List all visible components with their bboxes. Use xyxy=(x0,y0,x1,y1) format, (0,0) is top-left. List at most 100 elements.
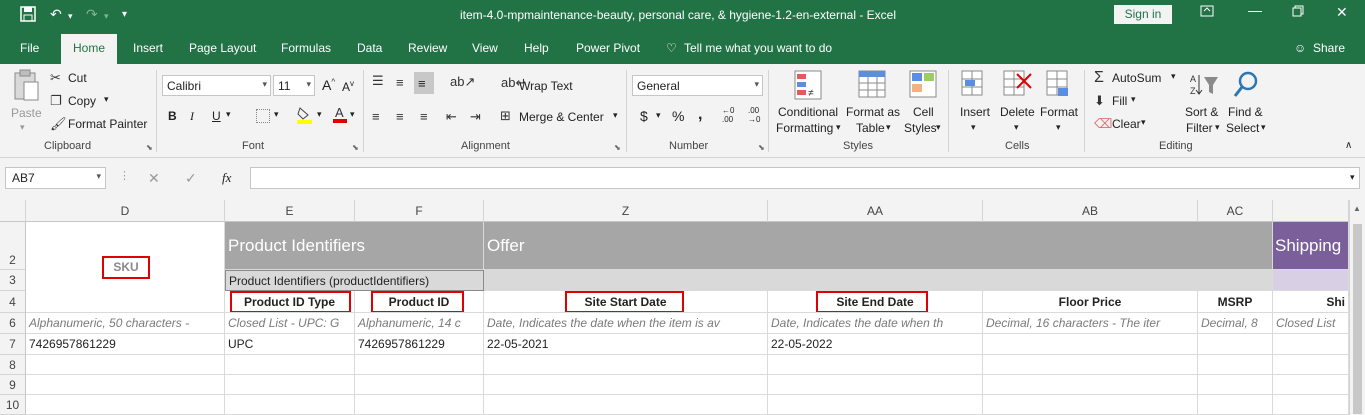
desc-e[interactable]: Closed List - UPC: G xyxy=(225,313,355,334)
desc-ad[interactable]: Closed List xyxy=(1273,313,1349,334)
column-header-z[interactable]: Z xyxy=(484,200,768,222)
empty-cell[interactable] xyxy=(484,395,768,415)
row-header-7[interactable]: 7 xyxy=(0,334,26,355)
conditional-formatting-icon[interactable]: ≠ xyxy=(794,70,822,103)
copy-dropdown-icon[interactable]: ▾ xyxy=(104,94,109,105)
sort-filter-icon[interactable]: AZ xyxy=(1190,72,1220,101)
borders-dropdown-icon[interactable]: ▾ xyxy=(274,109,279,120)
tab-insert[interactable]: Insert xyxy=(133,41,163,55)
tab-power-pivot[interactable]: Power Pivot xyxy=(576,41,640,55)
merge-center-button[interactable]: Merge & Center xyxy=(519,110,604,124)
fill-dropdown-icon[interactable]: ▾ xyxy=(1131,94,1136,105)
header-site-start-date[interactable]: Site Start Date xyxy=(484,291,768,313)
tab-help[interactable]: Help xyxy=(524,41,549,55)
format-as-table-label-2[interactable]: Table xyxy=(856,121,885,135)
customize-toolbar-icon[interactable]: ▾ xyxy=(122,9,127,20)
sort-dropdown-icon[interactable]: ▾ xyxy=(1215,122,1220,133)
insert-cells-button[interactable]: Insert xyxy=(960,105,990,119)
cell-styles-label-2[interactable]: Styles xyxy=(904,121,937,135)
currency-dropdown-icon[interactable]: ▾ xyxy=(656,110,661,121)
row-header-4[interactable]: 4 xyxy=(0,291,26,313)
borders-icon[interactable] xyxy=(256,109,270,123)
cell-aa7[interactable]: 22-05-2022 xyxy=(768,334,983,355)
insert-cells-icon[interactable] xyxy=(961,70,987,101)
cell-ac7[interactable] xyxy=(1198,334,1273,355)
align-top-icon[interactable]: ☰ xyxy=(372,73,384,89)
desc-z[interactable]: Date, Indicates the date when the item i… xyxy=(484,313,768,334)
empty-cell[interactable] xyxy=(1273,375,1349,395)
restore-icon[interactable] xyxy=(1292,4,1304,20)
font-color-icon[interactable]: A xyxy=(332,105,348,127)
decrease-font-icon[interactable]: Av xyxy=(342,79,354,94)
insert-dropdown-icon[interactable]: ▾ xyxy=(971,122,976,133)
decrease-indent-icon[interactable]: ⇤ xyxy=(446,109,457,125)
cell-sku[interactable]: SKU xyxy=(26,222,225,313)
desc-ac[interactable]: Decimal, 8 xyxy=(1198,313,1273,334)
merge-center-icon[interactable]: ⊞ xyxy=(500,108,511,124)
sign-in-button[interactable]: Sign in xyxy=(1114,5,1172,24)
formula-input[interactable] xyxy=(250,167,1360,189)
empty-cell[interactable] xyxy=(983,395,1198,415)
copy-button[interactable]: Copy xyxy=(68,94,96,108)
column-header-e[interactable]: E xyxy=(225,200,355,222)
cell-f7[interactable]: 7426957861229 xyxy=(355,334,484,355)
close-icon[interactable]: ✕ xyxy=(1336,4,1348,21)
cell-ad7[interactable] xyxy=(1273,334,1349,355)
number-format-select[interactable]: General ▾ xyxy=(632,75,763,96)
insert-function-icon[interactable]: fx xyxy=(222,170,231,186)
name-box[interactable]: AB7 ▾ xyxy=(5,167,106,189)
fill-icon[interactable]: ⬇ xyxy=(1094,93,1105,109)
font-launcher-icon[interactable]: ⬊ xyxy=(352,143,359,152)
empty-cell[interactable] xyxy=(1198,355,1273,375)
product-identifiers-group-header[interactable]: Product Identifiers xyxy=(225,222,484,270)
column-header-d[interactable]: D xyxy=(26,200,225,222)
header-product-id[interactable]: Product ID xyxy=(355,291,484,313)
autosum-dropdown-icon[interactable]: ▾ xyxy=(1171,71,1176,82)
paste-icon[interactable] xyxy=(12,69,40,106)
format-dropdown-icon[interactable]: ▾ xyxy=(1056,122,1061,133)
align-left-icon[interactable]: ≡ xyxy=(372,109,380,124)
find-dropdown-icon[interactable]: ▾ xyxy=(1261,122,1266,133)
empty-cell[interactable] xyxy=(225,355,355,375)
tab-review[interactable]: Review xyxy=(408,41,447,55)
offer-group-header[interactable]: Offer xyxy=(484,222,1273,270)
header-product-id-type[interactable]: Product ID Type xyxy=(225,291,355,313)
column-header-ab[interactable]: AB xyxy=(983,200,1198,222)
cut-button[interactable]: Cut xyxy=(68,71,87,85)
delete-cells-icon[interactable] xyxy=(1003,70,1033,101)
empty-cell[interactable] xyxy=(26,355,225,375)
row-header-6[interactable]: 6 xyxy=(0,313,26,334)
column-header-f[interactable]: F xyxy=(355,200,484,222)
font-size-select[interactable]: 11 ▾ xyxy=(273,75,315,96)
find-select-icon[interactable] xyxy=(1232,70,1260,103)
delete-dropdown-icon[interactable]: ▾ xyxy=(1014,122,1019,133)
empty-cell[interactable] xyxy=(26,375,225,395)
format-as-table-icon[interactable] xyxy=(858,70,888,103)
conditional-dropdown-icon[interactable]: ▾ xyxy=(836,122,841,133)
tab-file[interactable]: File xyxy=(20,41,39,55)
underline-icon[interactable]: U xyxy=(212,109,221,123)
row-header-9[interactable]: 9 xyxy=(0,375,26,395)
find-select-label-2[interactable]: Select xyxy=(1226,121,1259,135)
empty-cell[interactable] xyxy=(355,355,484,375)
scrollbar-thumb[interactable] xyxy=(1353,224,1362,414)
header-floor-price[interactable]: Floor Price xyxy=(983,291,1198,313)
row-header-2[interactable]: 2 xyxy=(0,222,26,270)
share-button[interactable]: Share xyxy=(1313,41,1345,55)
empty-cell[interactable] xyxy=(225,395,355,415)
tab-home[interactable]: Home xyxy=(61,34,118,64)
select-all-corner[interactable] xyxy=(0,200,26,222)
clear-dropdown-icon[interactable]: ▾ xyxy=(1141,117,1146,128)
format-painter-button[interactable]: Format Painter xyxy=(68,117,147,131)
find-select-label[interactable]: Find & xyxy=(1228,105,1263,119)
cut-icon[interactable]: ✂ xyxy=(50,70,61,86)
number-launcher-icon[interactable]: ⬊ xyxy=(758,143,765,152)
expand-formula-icon[interactable]: ▾ xyxy=(1350,172,1355,183)
format-table-dropdown-icon[interactable]: ▾ xyxy=(886,122,891,133)
empty-cell[interactable] xyxy=(1198,395,1273,415)
tab-page-layout[interactable]: Page Layout xyxy=(189,41,256,55)
autosum-button[interactable]: AutoSum xyxy=(1112,71,1161,85)
cell-e7[interactable]: UPC xyxy=(225,334,355,355)
fill-color-icon[interactable] xyxy=(296,106,314,127)
cell-styles-dropdown-icon[interactable]: ▾ xyxy=(936,122,941,133)
